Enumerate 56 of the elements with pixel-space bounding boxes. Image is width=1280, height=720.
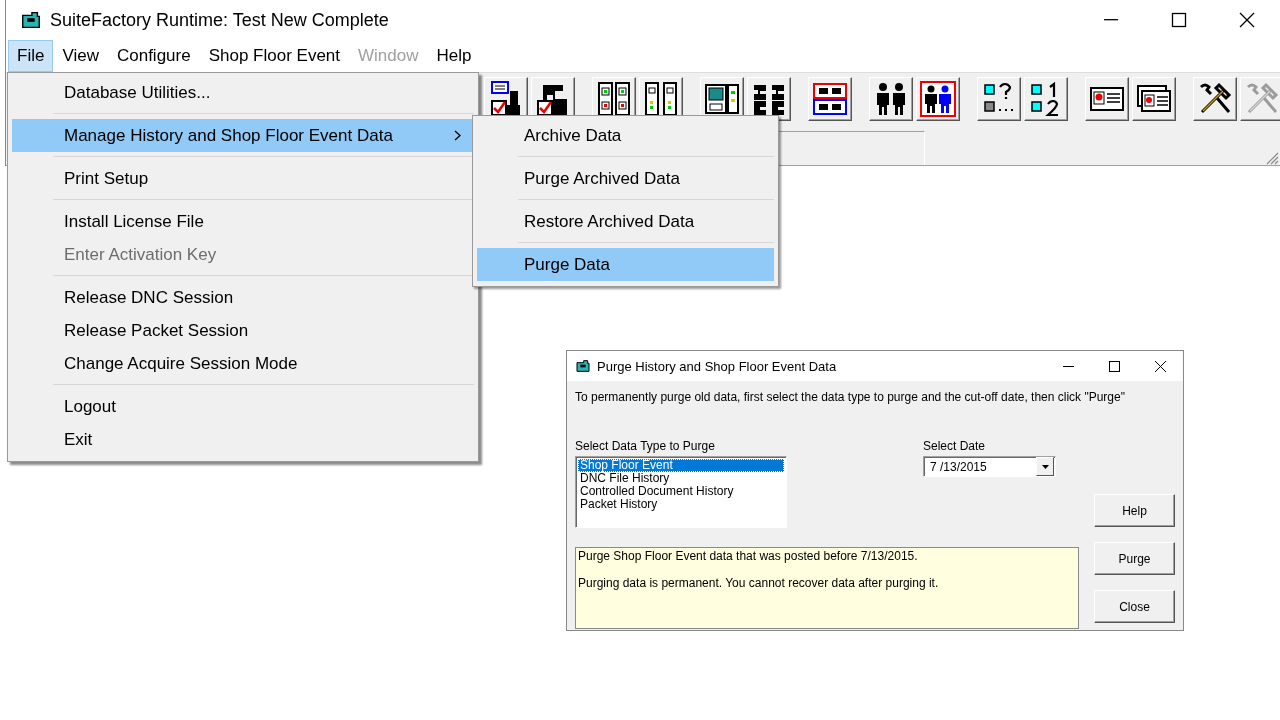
menu-item[interactable]: Release Packet Session	[12, 314, 474, 347]
maximize-icon	[1171, 12, 1187, 28]
list-option[interactable]: Controlled Document History	[578, 485, 784, 498]
menu-bar-item[interactable]: Help	[427, 40, 481, 72]
cabinet-pair-icon	[596, 81, 632, 117]
toolbar-button[interactable]	[869, 77, 913, 121]
toolbar-button[interactable]	[747, 77, 791, 121]
close-icon	[1239, 12, 1255, 28]
list-option[interactable]: Packet History	[578, 498, 784, 511]
menu-item[interactable]: Release DNC Session	[12, 281, 474, 314]
menu-item[interactable]: Change Acquire Session Mode	[12, 347, 474, 380]
menu-item[interactable]: Purge Archived Data	[477, 162, 774, 195]
minimize-icon	[1062, 365, 1074, 367]
menu-bar-item[interactable]: View	[53, 40, 108, 72]
menu-item[interactable]: Restore Archived Data	[477, 205, 774, 238]
cabinet-pair-icon	[643, 81, 679, 117]
toolbar-button[interactable]	[1132, 77, 1176, 121]
info-text: Purge Shop Floor Event data that was posted before 7/13/2015.	[578, 549, 919, 563]
data-type-listbox[interactable]: Shop Floor Event DNC File History Controlled Document History Packet History	[575, 456, 787, 528]
field-label: Select Date	[923, 439, 987, 453]
dropdown-arrow-icon	[1041, 464, 1049, 469]
menu-item[interactable]: Exit	[12, 423, 474, 456]
instruction-text: To permanently purge old data, first select the data type to purge and the cut-off date, then click "Purge"	[575, 390, 1126, 404]
menu-item[interactable]: Logout	[12, 390, 474, 423]
toolbar-button[interactable]	[916, 77, 960, 121]
list-option[interactable]: Shop Floor Event	[578, 459, 784, 472]
menu-item[interactable]: Print Setup	[12, 162, 474, 195]
menu-bar-item[interactable]: Configure	[107, 40, 200, 72]
toolbar-button[interactable]	[1193, 77, 1237, 121]
app-icon	[575, 358, 591, 374]
menu-bar-item[interactable]: File	[8, 40, 54, 72]
minimize-icon	[1103, 19, 1119, 21]
menu-item[interactable]: Install License File	[12, 205, 474, 238]
dialog-title: Purge History and Shop Floor Event Data	[597, 358, 838, 374]
window-title: SuiteFactory Runtime: Test New Complete	[50, 9, 390, 31]
list-option[interactable]: DNC File History	[578, 472, 784, 485]
menu-item[interactable]: Purge Data	[477, 248, 774, 281]
menu-bar-item[interactable]: Shop Floor Event	[199, 40, 350, 72]
framed-people-icon	[920, 81, 956, 117]
info-text: Purging data is permanent. You cannot recover data after purging it.	[578, 576, 940, 590]
date-dropdown[interactable]: 7 /13/2015	[923, 456, 1056, 477]
toolbar-button[interactable]	[977, 77, 1021, 121]
app-icon	[20, 9, 42, 31]
dialog-button[interactable]: Close	[1094, 590, 1175, 623]
dialog-button[interactable]: Help	[1094, 494, 1175, 527]
toolbar-button[interactable]	[1024, 77, 1068, 121]
maximize-icon	[1108, 360, 1120, 372]
field-label: Select Data Type to Purge	[575, 439, 716, 453]
dialog-button[interactable]: Purge	[1094, 542, 1175, 575]
close-icon	[1154, 360, 1166, 372]
toolbar-button[interactable]	[808, 77, 852, 121]
framed-blocks-icon	[812, 81, 848, 117]
control-unit-icon	[704, 81, 740, 117]
toolbar-button[interactable]	[1085, 77, 1129, 121]
menu-item[interactable]: Archive Data	[477, 119, 774, 152]
menu-item[interactable]: Manage History and Shop Floor Event Data	[12, 119, 474, 152]
